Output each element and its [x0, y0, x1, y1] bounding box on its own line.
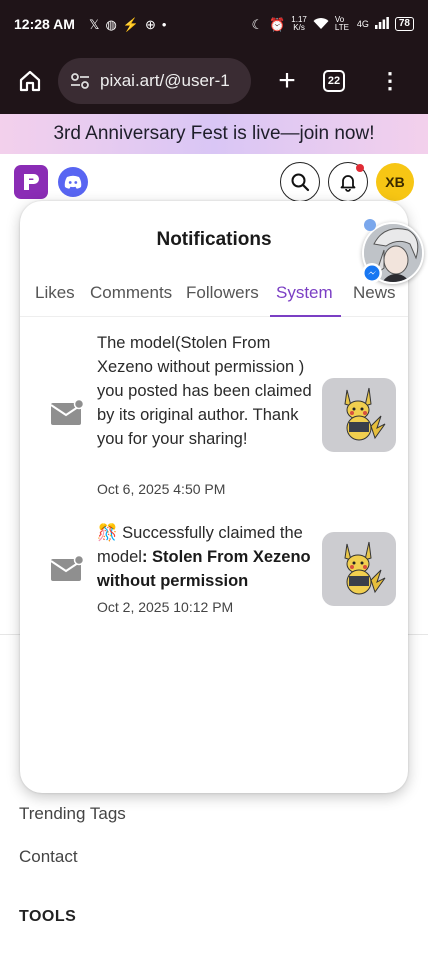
network-speed: 1.17 K/s: [291, 16, 307, 32]
notification-message: The model(Stolen From Xezeno without per…: [97, 334, 312, 448]
notification-message: 🎊 Successfully claimed the model: Stolen…: [97, 521, 317, 593]
status-bar: 12:28 AM 𝕏 ◍ ⚡ ⊕ • ☾ ⏰ 1.17 K/s Vo LTE 4…: [0, 0, 428, 48]
alarm-icon: ⏰: [269, 16, 286, 32]
mail-unread-icon: [50, 399, 84, 425]
notification-date: Oct 6, 2025 4:50 PM: [97, 481, 226, 497]
url-text: pixai.art/@user-1: [100, 71, 230, 90]
browser-menu-button[interactable]: ⋮: [379, 70, 401, 92]
moon-icon: ☾: [251, 16, 264, 32]
signal-boost-icon: ⚡: [122, 16, 139, 32]
discord-button[interactable]: [58, 167, 88, 197]
notification-dot: [356, 164, 364, 172]
status-time: 12:28 AM: [14, 16, 75, 32]
tab-followers[interactable]: Followers: [186, 283, 259, 303]
tools-heading: TOOLS: [19, 908, 77, 925]
x-app-icon: 𝕏: [88, 16, 100, 32]
bell-icon: [340, 175, 356, 192]
wifi-icon: [313, 17, 329, 32]
confetti-emoji: 🎊: [97, 524, 118, 542]
banner-text: 3rd Anniversary Fest is live—join now!: [53, 123, 375, 144]
active-tab-indicator: [270, 315, 341, 317]
network-type: 4G: [356, 19, 369, 29]
signal-icon: [374, 17, 389, 31]
anniversary-banner[interactable]: 3rd Anniversary Fest is live—join now!: [0, 114, 428, 154]
notifications-panel: Notifications Likes Comments Followers S…: [20, 201, 408, 793]
tab-system[interactable]: System: [276, 283, 333, 303]
pixai-logo[interactable]: [14, 165, 48, 199]
tab-comments[interactable]: Comments: [90, 283, 172, 303]
model-thumbnail[interactable]: [322, 532, 396, 606]
pixai-logo-icon: [24, 174, 39, 190]
contact-link[interactable]: Contact: [19, 847, 78, 867]
pikachu-image: [344, 387, 386, 441]
new-tab-button[interactable]: +: [269, 66, 305, 96]
messenger-icon: ◍: [105, 16, 117, 32]
notifications-button[interactable]: [328, 162, 368, 202]
messenger-badge-icon: [362, 263, 382, 283]
discord-icon: [64, 175, 82, 189]
status-right: ☾ ⏰ 1.17 K/s Vo LTE 4G 78: [251, 16, 414, 32]
model-thumbnail[interactable]: [322, 378, 396, 452]
lte-label: Vo LTE: [334, 15, 349, 32]
dnd-icon: ⊕: [144, 16, 156, 32]
dot-icon: •: [161, 16, 167, 32]
notification-item[interactable]: 🎊 Successfully claimed the model: Stolen…: [20, 521, 408, 621]
notification-date: Oct 2, 2025 10:12 PM: [97, 599, 234, 615]
battery-indicator: 78: [394, 17, 414, 31]
tab-likes[interactable]: Likes: [35, 283, 75, 303]
trending-tags-link[interactable]: Trending Tags: [19, 804, 126, 824]
tab-news[interactable]: News: [353, 283, 396, 303]
mail-unread-icon: [50, 555, 84, 581]
notification-item[interactable]: The model(Stolen From Xezeno without per…: [20, 331, 408, 501]
browser-toolbar: pixai.art/@user-1 + 22 ⋮: [0, 48, 428, 114]
panel-title: Notifications: [156, 229, 272, 250]
tab-switcher-button[interactable]: 22: [323, 70, 345, 92]
chat-head-online-dot: [364, 219, 376, 231]
pikachu-image: [344, 541, 386, 595]
notification-tabs: Likes Comments Followers System News: [20, 277, 408, 317]
search-icon: [291, 173, 310, 192]
header-actions: XB: [280, 162, 414, 202]
address-bar[interactable]: pixai.art/@user-1: [58, 58, 251, 104]
status-left: 12:28 AM 𝕏 ◍ ⚡ ⊕ •: [14, 16, 166, 32]
home-icon: [19, 70, 41, 92]
search-button[interactable]: [280, 162, 320, 202]
network-speed-unit: K/s: [293, 23, 305, 32]
site-settings-icon[interactable]: [70, 73, 90, 89]
user-avatar[interactable]: XB: [376, 163, 414, 201]
home-button[interactable]: [12, 63, 48, 99]
